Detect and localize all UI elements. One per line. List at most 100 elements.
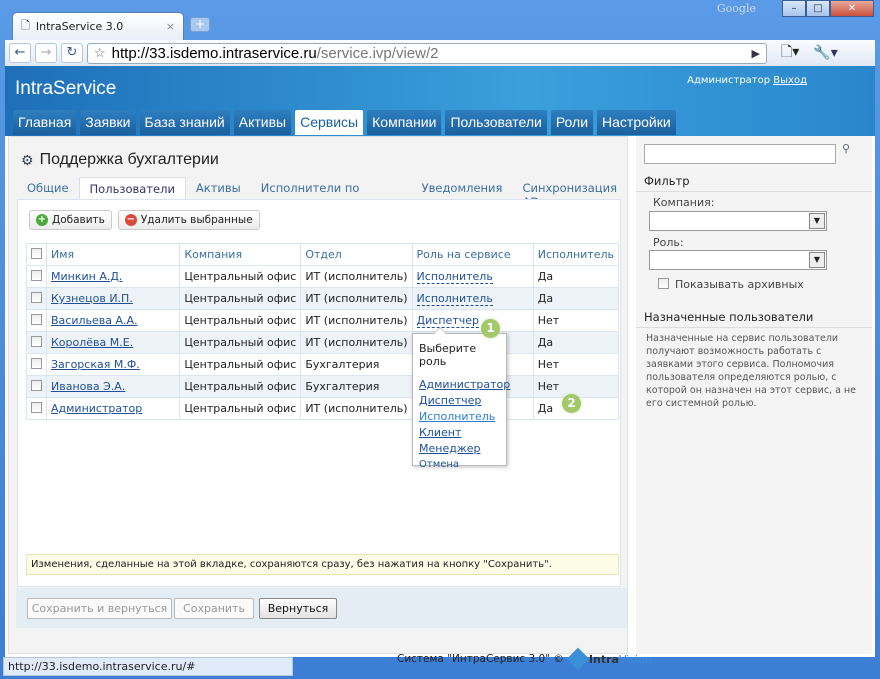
add-button[interactable]: + Добавить [29,210,112,230]
user-name-link[interactable]: Администратор [51,402,142,415]
tab-ad-sync[interactable]: Синхронизация AD [512,177,627,209]
wrench-menu-icon[interactable]: 🔧▾ [813,45,837,61]
app-logo: IntraService [15,78,117,99]
role-option-manager[interactable]: Менеджер [419,441,500,457]
save-and-return-button[interactable]: Сохранить и вернуться [27,598,172,619]
row-checkbox[interactable] [31,357,42,369]
chevron-down-icon: ▼ [809,213,825,229]
user-name-link[interactable]: Кузнецов И.П. [51,292,133,305]
select-all-checkbox[interactable] [31,247,42,259]
show-archived-checkbox[interactable] [658,278,669,289]
col-role[interactable]: Роль на сервисе [411,243,534,266]
nav-settings[interactable]: Настройки [597,110,676,135]
info-notice: Изменения, сделанные на этой вкладке, со… [26,554,619,575]
plus-icon: + [36,214,48,226]
role-popup: Выберите роль Администратор Диспетчер Ис… [412,333,510,470]
filter-heading: Фильтр [636,174,872,192]
user-name-link[interactable]: Королёва М.Е. [51,336,133,349]
bookmark-star-icon[interactable]: ☆ [94,45,106,61]
browser-toolbar: ← → ↻ ☆ http://33.isdemo.intraservice.ru… [5,40,875,66]
nav-knowledge-base[interactable]: База знаний [139,110,230,135]
nav-home[interactable]: Главная [13,110,77,135]
nav-users[interactable]: Пользователи [445,110,547,135]
company-label: Компания: [653,196,715,209]
popup-cancel[interactable]: Отмена [419,457,500,473]
back-button[interactable]: ← [9,43,31,63]
department-cell: Бухгалтерия [300,353,413,376]
delete-selected-button[interactable]: − Удалить выбранные [117,210,260,230]
close-window-button[interactable]: ✕ [830,0,874,17]
role-option-client[interactable]: Клиент [419,425,500,441]
page-title-text: Поддержка бухгалтерии [39,151,219,168]
role-link[interactable]: Исполнитель [416,292,493,306]
row-checkbox[interactable] [31,379,42,391]
browser-tab[interactable]: 🗋 IntraService 3.0 × [12,12,184,40]
browser-brand: Google [716,2,756,15]
role-select[interactable]: ▼ [649,250,827,270]
show-archived-label: Показывать архивных [675,278,804,291]
nav-requests[interactable]: Заявки [80,110,136,135]
row-checkbox[interactable] [31,291,42,303]
role-option-administrator[interactable]: Администратор [419,377,510,393]
department-cell: Бухгалтерия [300,375,413,398]
table-row: Кузнецов И.П. Центральный офис ИТ (испол… [26,287,620,310]
col-name[interactable]: Имя [45,243,181,266]
forward-button[interactable]: → [35,43,57,63]
assigned-users-heading: Назначенные пользователи [636,310,872,328]
nav-services[interactable]: Сервисы [295,110,364,135]
users-table: Имя Компания Отдел Роль на сервисе Испол… [26,243,620,420]
reload-button[interactable]: ↻ [61,43,83,63]
page-tabs: Общие Пользователи Активы Исполнители по… [17,177,627,209]
tab-title: IntraService 3.0 [35,20,124,33]
row-checkbox[interactable] [31,313,42,325]
row-checkbox[interactable] [31,335,42,347]
service-icon: ⚙ [21,151,34,168]
role-option-dispatcher[interactable]: Диспетчер [419,393,500,409]
user-name-link[interactable]: Загорская М.Ф. [51,358,140,371]
row-checkbox[interactable] [31,401,42,413]
company-select[interactable]: ▼ [649,211,827,231]
minimize-button[interactable]: – [782,0,806,17]
logout-link[interactable]: Выход [773,75,807,86]
col-executor[interactable]: Исполнитель [532,243,620,266]
role-link[interactable]: Диспетчер [416,314,479,328]
user-info: Администратор Выход [687,75,807,86]
role-link[interactable]: Исполнитель [416,270,493,284]
tab-notifications[interactable]: Уведомления [412,177,513,199]
company-cell: Центральный офис [179,397,302,420]
search-input[interactable] [644,144,836,164]
new-tab-button[interactable]: + [190,17,210,32]
minus-icon: − [124,214,137,226]
company-cell: Центральный офис [179,331,302,354]
back-button-form[interactable]: Вернуться [259,598,337,619]
add-label: Добавить [52,214,105,226]
tab-users[interactable]: Пользователи [78,177,186,199]
tab-assets[interactable]: Активы [186,177,251,199]
department-cell: ИТ (исполнитель) [300,309,413,332]
address-bar[interactable]: ☆ http://33.isdemo.intraservice.ru/servi… [87,42,767,64]
callout-badge-2: 2 [562,394,581,413]
executor-cell: Да [532,331,620,354]
nav-roles[interactable]: Роли [550,110,594,135]
role-option-executor[interactable]: Исполнитель [419,409,500,425]
role-label: Роль: [653,236,684,249]
user-name-link[interactable]: Иванова Э.А. [51,380,125,393]
col-department[interactable]: Отдел [300,243,413,266]
search-icon[interactable]: ⚲ [842,142,850,155]
table-header: Имя Компания Отдел Роль на сервисе Испол… [26,243,620,266]
save-button[interactable]: Сохранить [174,598,254,619]
go-icon[interactable]: ▶ [752,47,760,60]
user-name-link[interactable]: Минкин А.Д. [51,270,122,283]
user-name-link[interactable]: Васильева А.А. [51,314,138,327]
page-menu-icon[interactable]: 🗋▾ [781,41,799,65]
window-controls: – □ ✕ [782,0,874,17]
nav-companies[interactable]: Компании [367,110,442,135]
department-cell: ИТ (исполнитель) [300,265,413,288]
tab-executors-by-category[interactable]: Исполнители по категориям [251,177,412,209]
close-tab-icon[interactable]: × [166,20,175,33]
nav-assets[interactable]: Активы [233,110,292,135]
tab-general[interactable]: Общие [17,177,79,199]
col-company[interactable]: Компания [179,243,302,266]
row-checkbox[interactable] [31,269,42,281]
maximize-button[interactable]: □ [806,0,830,17]
